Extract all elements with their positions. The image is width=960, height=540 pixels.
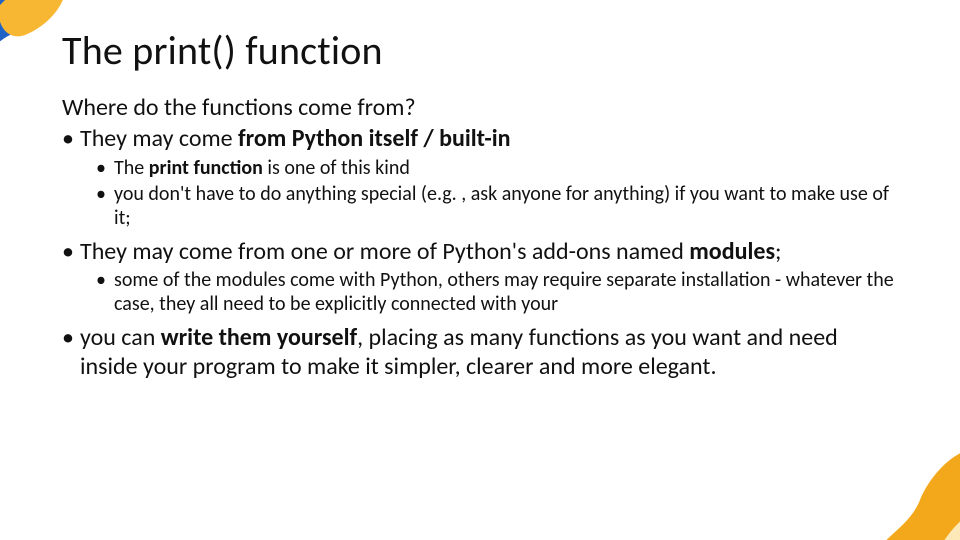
slide-title: The print() function [62,26,898,75]
slide-content: The print() function Where do the functi… [62,26,898,381]
lead-question: Where do the functions come from? [62,93,898,122]
bullet-list: They may come from Python itself / built… [62,124,898,381]
sub-bullet-item: some of the modules come with Python, ot… [96,268,898,317]
bullet-item: you can write them yourself, placing as … [62,323,898,382]
bullet-item: They may come from one or more of Python… [62,237,898,266]
sub-bullet-list: The print function is one of this kindyo… [62,156,898,231]
sub-bullet-item: you don't have to do anything special (e… [96,182,898,231]
slide: The print() function Where do the functi… [0,0,960,540]
sub-bullet-item: The print function is one of this kind [96,156,898,180]
sub-bullet-list: some of the modules come with Python, ot… [62,268,898,317]
bullet-item: They may come from Python itself / built… [62,124,898,153]
corner-blob-bottom-right-icon [820,420,960,540]
